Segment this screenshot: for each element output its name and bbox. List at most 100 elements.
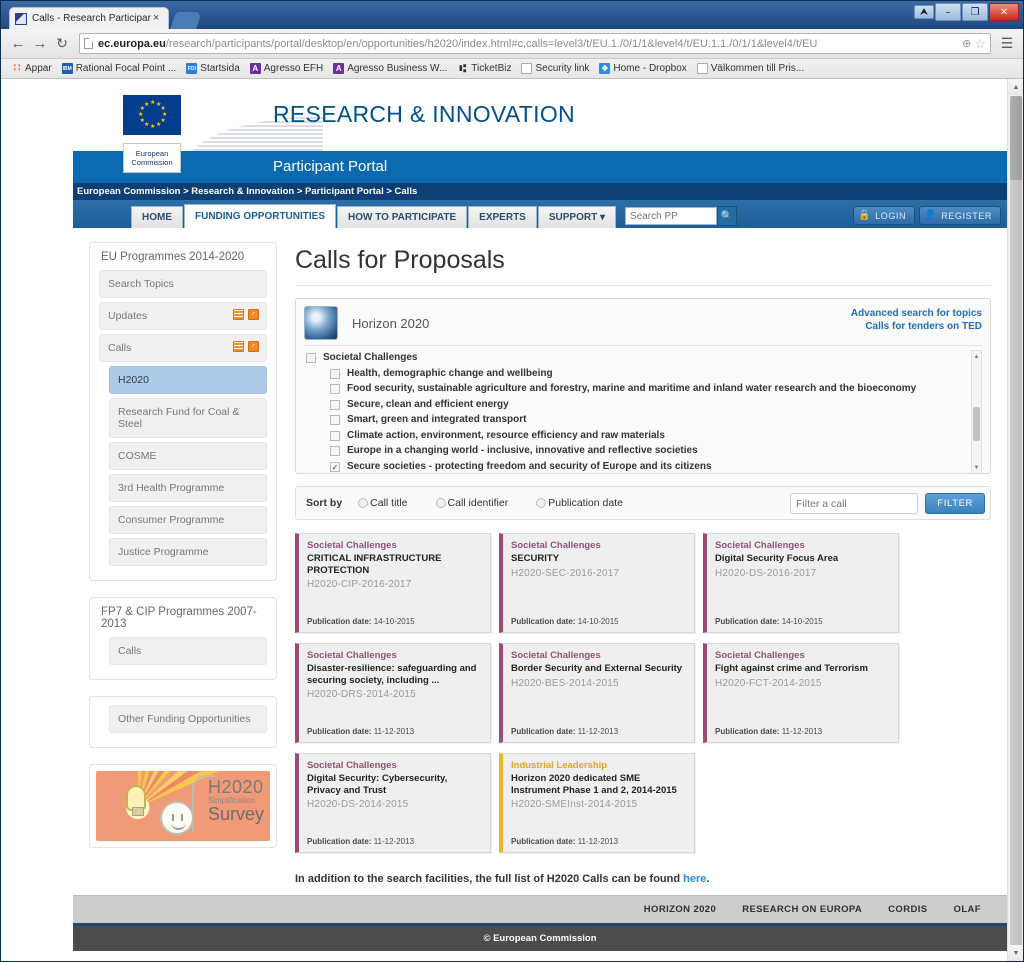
sidebar-item-label: 3rd Health Programme — [118, 482, 225, 494]
tree-node[interactable]: Societal Challenges — [304, 350, 982, 366]
login-button[interactable]: 🔒 LOGIN — [853, 206, 916, 225]
scrollbar-thumb[interactable] — [1010, 96, 1022, 956]
restore-down-button[interactable]: ⮝ — [914, 5, 934, 19]
checkbox[interactable]: ✓ — [330, 461, 340, 472]
register-button[interactable]: 👤 REGISTER — [919, 206, 1001, 225]
tree-node[interactable]: Health, demographic change and wellbeing — [304, 366, 982, 382]
scroll-up-icon[interactable]: ▲ — [1008, 79, 1023, 95]
call-identifier: H2020-SMEInst-2014-2015 — [511, 799, 638, 810]
call-card[interactable]: Societal Challenges Digital Security Focu… — [703, 533, 899, 633]
bookmark-star-icon[interactable]: ☆ — [974, 36, 986, 52]
checkbox[interactable] — [330, 368, 340, 379]
footer-link-research-on-europa[interactable]: RESEARCH ON EUROPA — [742, 904, 862, 915]
rss-icon[interactable]: ◜ — [248, 309, 259, 320]
bookmark-item[interactable]: IBM Rational Focal Point ... — [58, 62, 181, 75]
sidebar-item-calls[interactable]: Calls ◜ — [99, 334, 267, 362]
sort-option-call-title[interactable]: Call title — [358, 497, 408, 509]
filter-button[interactable]: FILTER — [925, 493, 985, 514]
call-card[interactable]: Societal Challenges Fight against crime a… — [703, 643, 899, 743]
sidebar-survey-banner[interactable]: H2020 Simplification Survey — [89, 764, 277, 848]
sort-option-publication-date[interactable]: Publication date — [536, 497, 623, 509]
footer-link-horizon-2020[interactable]: HORIZON 2020 — [644, 904, 716, 915]
bookmark-item[interactable]: Security link — [517, 62, 593, 75]
tree-node[interactable]: Food security, sustainable agriculture a… — [304, 381, 982, 397]
sort-option-call-identifier[interactable]: Call identifier — [435, 497, 508, 509]
bookmark-item[interactable]: Välkommen till Pris... — [693, 62, 808, 75]
calendar-icon[interactable] — [233, 309, 244, 320]
calendar-icon[interactable] — [233, 341, 244, 352]
checkbox[interactable] — [330, 399, 340, 410]
nav-tab-support[interactable]: SUPPORT ▾ — [537, 206, 616, 228]
search-icon[interactable]: ⊕ — [962, 37, 971, 50]
tree-node[interactable]: ✓ Secure societies - protecting freedom a… — [304, 459, 982, 474]
radio-button[interactable] — [358, 498, 369, 508]
checkbox[interactable] — [330, 446, 340, 456]
close-icon[interactable]: × — [153, 13, 163, 24]
programme-selector: Horizon 2020 Advanced search for topics … — [295, 298, 991, 474]
sidebar-item-search-topics[interactable]: Search Topics — [99, 270, 267, 298]
back-icon[interactable]: ← — [7, 33, 29, 55]
page-scrollbar[interactable]: ▲ ▼ — [1007, 79, 1023, 961]
sidebar-item-justice-programme[interactable]: Justice Programme — [109, 538, 267, 566]
sidebar-item-calls[interactable]: Calls — [109, 637, 267, 665]
search-input[interactable] — [625, 207, 717, 225]
sidebar-item-other-funding-opportunities[interactable]: Other Funding Opportunities — [109, 705, 267, 733]
filter-call-input[interactable] — [790, 493, 918, 514]
sidebar-item-h2020[interactable]: H2020 — [109, 366, 267, 394]
radio-button[interactable] — [435, 498, 446, 508]
window-close-button[interactable]: ✕ — [989, 3, 1019, 21]
tree-node[interactable]: Europe in a changing world - inclusive, … — [304, 443, 982, 459]
ted-tenders-link[interactable]: Calls for tenders on TED — [851, 320, 982, 333]
sidebar-item-cosme[interactable]: COSME — [109, 442, 267, 470]
tree-scrollbar-thumb[interactable] — [973, 407, 980, 441]
tree-node[interactable]: Smart, green and integrated transport — [304, 412, 982, 428]
sidebar-item-research-fund-for-coal-steel[interactable]: Research Fund for Coal & Steel — [109, 398, 267, 438]
tree-node[interactable]: Secure, clean and efficient energy — [304, 397, 982, 413]
tree-scroll-up-icon[interactable]: ▲ — [972, 351, 981, 362]
call-card[interactable]: Societal Challenges Disaster-resilience: … — [295, 643, 491, 743]
nav-tab-experts[interactable]: EXPERTS — [468, 206, 537, 228]
bookmark-item[interactable]: A Agresso Business W... — [329, 62, 451, 75]
address-bar[interactable]: ec.europa.eu/research/participants/porta… — [79, 33, 991, 54]
minimize-button[interactable]: – — [935, 3, 961, 21]
new-tab-button[interactable] — [170, 12, 202, 29]
rss-icon[interactable]: ◜ — [248, 341, 259, 352]
call-card[interactable]: Industrial Leadership Horizon 2020 dedica… — [499, 753, 695, 853]
call-card[interactable]: Societal Challenges CRITICAL INFRASTRUCTU… — [295, 533, 491, 633]
forward-icon[interactable]: → — [29, 33, 51, 55]
checkbox[interactable] — [330, 415, 340, 425]
call-card[interactable]: Societal Challenges SECURITY H2020-SEC-201… — [499, 533, 695, 633]
scroll-down-icon[interactable]: ▼ — [1008, 945, 1023, 961]
nav-tab-how-to-participate[interactable]: HOW TO PARTICIPATE — [337, 206, 468, 228]
checkbox[interactable] — [306, 353, 316, 363]
footer-link-olaf[interactable]: OLAF — [954, 904, 981, 915]
maximize-button[interactable]: ❐ — [962, 3, 988, 21]
search-icon[interactable]: 🔍 — [717, 206, 737, 226]
call-card[interactable]: Societal Challenges Border Security and E… — [499, 643, 695, 743]
footer-link-cordis[interactable]: CORDIS — [888, 904, 927, 915]
reload-icon[interactable]: ↻ — [51, 33, 73, 55]
scrollbar-thumb-highlight[interactable] — [1010, 96, 1022, 180]
bookmark-item[interactable]: A Agresso EFH — [246, 62, 327, 75]
tree-scrollbar[interactable]: ▲ ▼ — [971, 350, 982, 473]
nav-tab-home[interactable]: HOME — [131, 206, 183, 228]
radio-button[interactable] — [536, 498, 547, 508]
sidebar-item-updates[interactable]: Updates ◜ — [99, 302, 267, 330]
nav-tab-funding-opportunities[interactable]: FUNDING OPPORTUNITIES — [184, 204, 337, 228]
browser-tab[interactable]: Calls - Research Participar × — [9, 7, 169, 29]
bookmark-item[interactable]: FOI Startsida — [182, 62, 243, 75]
full-list-link[interactable]: here — [683, 873, 706, 885]
call-card[interactable]: Societal Challenges Digital Security: Cyb… — [295, 753, 491, 853]
checkbox[interactable] — [330, 384, 340, 394]
bookmark-item[interactable]: ❖ Home - Dropbox — [595, 62, 690, 75]
tree-node[interactable]: Climate action, environment, resource ef… — [304, 428, 982, 444]
chrome-menu-icon[interactable]: ☰ — [997, 35, 1017, 52]
checkbox[interactable] — [330, 430, 340, 441]
sidebar-item-consumer-programme[interactable]: Consumer Programme — [109, 506, 267, 534]
bookmark-item[interactable]: ⑆ TicketBiz — [453, 62, 515, 75]
advanced-search-link[interactable]: Advanced search for topics — [851, 307, 982, 320]
tree-scroll-down-icon[interactable]: ▼ — [972, 462, 981, 473]
sidebar-item-3rd-health-programme[interactable]: 3rd Health Programme — [109, 474, 267, 502]
bookmark-item[interactable]: ∷ Appar — [7, 62, 56, 75]
auth-buttons: 🔒 LOGIN 👤 REGISTER — [853, 206, 1001, 225]
